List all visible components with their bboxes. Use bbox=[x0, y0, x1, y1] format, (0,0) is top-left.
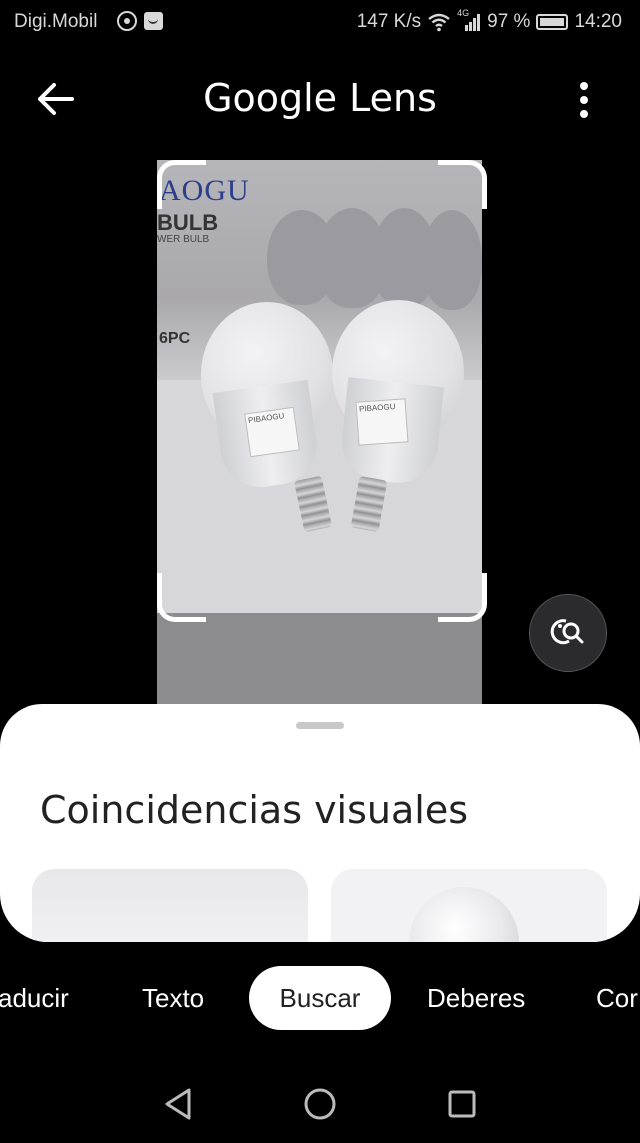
bg-bulb bbox=[422, 210, 482, 310]
results-sheet[interactable]: Coincidencias visuales bbox=[0, 704, 640, 942]
clock: 14:20 bbox=[574, 11, 622, 32]
tab-deberes[interactable]: Deberes bbox=[427, 966, 525, 1030]
tab-compras[interactable]: Cor bbox=[596, 966, 638, 1030]
crop-handle-top-right[interactable] bbox=[438, 160, 487, 209]
box-bulb-text: BULB bbox=[157, 210, 219, 235]
mode-tabs: aducir Texto Buscar Deberes Cor bbox=[0, 966, 640, 1030]
visual-match-card[interactable] bbox=[331, 869, 607, 942]
more-vert-dot bbox=[580, 110, 588, 118]
crop-handle-bottom-right[interactable] bbox=[438, 573, 487, 622]
image-search-icon bbox=[550, 619, 584, 645]
square-recents-icon bbox=[448, 1090, 476, 1118]
box-count-text: 6PC bbox=[159, 330, 191, 347]
crop-handle-top-left[interactable] bbox=[157, 160, 206, 209]
system-nav-bar bbox=[0, 1060, 640, 1138]
tab-buscar[interactable]: Buscar bbox=[249, 966, 391, 1030]
tab-traducir[interactable]: aducir bbox=[0, 966, 69, 1030]
visual-match-card[interactable] bbox=[32, 869, 308, 942]
bulb-label-text: PIBAOGU bbox=[247, 411, 285, 426]
battery-icon bbox=[536, 14, 569, 30]
result-thumbnail bbox=[409, 887, 519, 942]
status-bar: Digi.Mobil 147 K/s 4G 97 % 14:20 bbox=[0, 0, 640, 44]
signal-icon: 4G bbox=[457, 8, 481, 32]
tab-texto[interactable]: Texto bbox=[142, 966, 204, 1030]
triangle-back-icon bbox=[165, 1088, 191, 1120]
image-search-button[interactable] bbox=[529, 594, 607, 672]
nav-back-button[interactable] bbox=[143, 1060, 213, 1138]
battery-percent: 97 % bbox=[487, 11, 531, 32]
bulb-label-text: PIBAOGU bbox=[358, 402, 396, 414]
message-icon bbox=[144, 12, 163, 30]
carrier-name: Digi.Mobil bbox=[14, 11, 98, 32]
circle-home-icon bbox=[304, 1088, 336, 1120]
more-vert-icon bbox=[580, 82, 588, 90]
sheet-title: Coincidencias visuales bbox=[40, 788, 469, 832]
sheet-drag-handle[interactable] bbox=[296, 722, 344, 729]
status-right: 147 K/s 4G 97 % 14:20 bbox=[356, 8, 622, 33]
box-subtext: WER BULB bbox=[157, 234, 210, 245]
bulb-right-label: PIBAOGU bbox=[355, 398, 409, 446]
network-speed: 147 K/s bbox=[356, 11, 422, 32]
more-options-button[interactable] bbox=[566, 80, 602, 120]
bulb-left-label: PIBAOGU bbox=[244, 406, 300, 458]
nav-recents-button[interactable] bbox=[427, 1060, 497, 1138]
wifi-icon bbox=[428, 13, 450, 32]
photo-dim-overlay bbox=[157, 613, 482, 713]
more-vert-dot bbox=[580, 96, 588, 104]
app-title: Google Lens bbox=[203, 76, 437, 120]
nav-home-button[interactable] bbox=[285, 1060, 355, 1138]
crop-handle-bottom-left[interactable] bbox=[157, 573, 206, 622]
whatsapp-icon bbox=[117, 11, 137, 31]
